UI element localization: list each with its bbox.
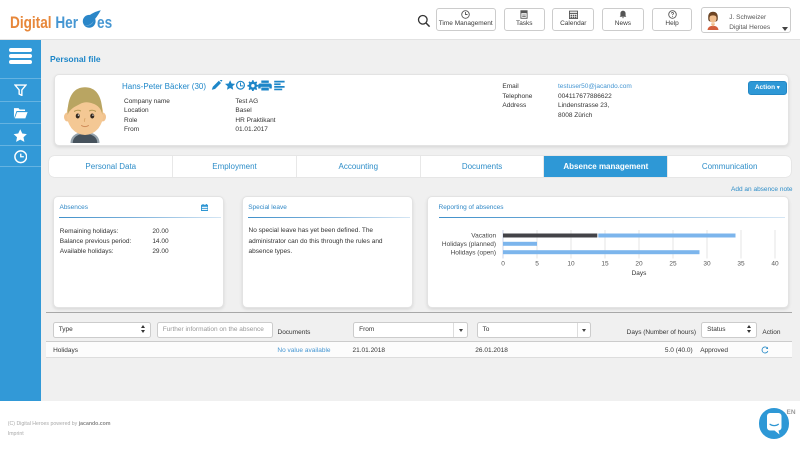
svg-text:Holidays (planned): Holidays (planned) — [441, 241, 495, 248]
svg-text:25: 25 — [669, 261, 677, 268]
svg-text:30: 30 — [703, 261, 711, 268]
svg-text:Vacation: Vacation — [471, 233, 496, 240]
svg-text:20: 20 — [635, 261, 643, 268]
svg-text:Days: Days — [631, 270, 647, 277]
svg-text:15: 15 — [601, 261, 609, 268]
svg-text:0: 0 — [501, 261, 505, 268]
svg-text:40: 40 — [771, 261, 779, 268]
svg-text:35: 35 — [737, 261, 745, 268]
svg-text:5: 5 — [535, 261, 539, 268]
svg-text:10: 10 — [567, 261, 575, 268]
svg-text:Holidays (open): Holidays (open) — [450, 250, 496, 257]
